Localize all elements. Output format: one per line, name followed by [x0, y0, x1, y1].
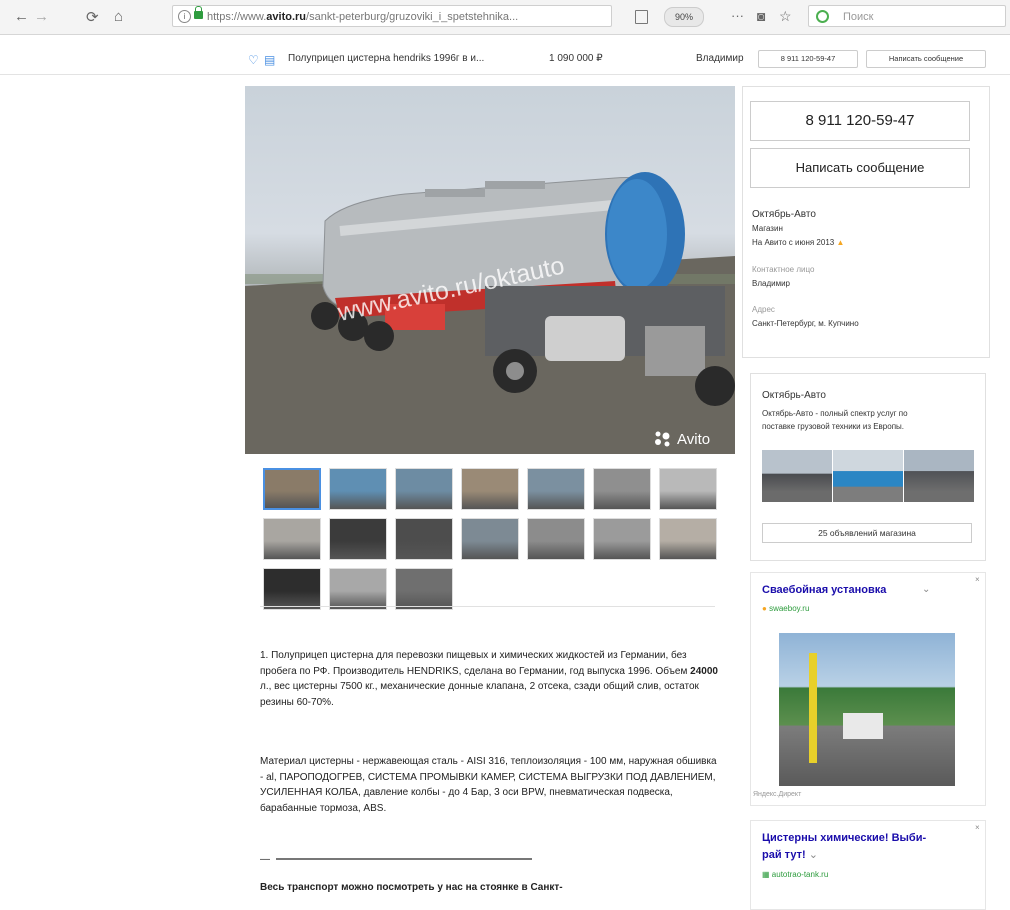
seller-since: На Авито с июня 2013 ▲: [752, 238, 844, 247]
close-icon[interactable]: ×: [975, 823, 980, 832]
description-dash: —: [260, 852, 720, 868]
zoom-level[interactable]: 90%: [664, 7, 704, 27]
shop-name-link[interactable]: Октябрь-Авто: [762, 390, 826, 401]
contact-label: Контактное лицо: [752, 265, 815, 274]
description-paragraph-3: Весь транспорт можно посмотреть у нас на…: [260, 882, 563, 893]
shop-desc-line-2: поставке грузовой техники из Европы.: [762, 422, 904, 431]
home-icon[interactable]: ⌂: [114, 8, 123, 25]
shop-photo-3[interactable]: [904, 450, 974, 502]
shop-listings-button[interactable]: 25 объявлений магазина: [762, 523, 972, 543]
ad1-image[interactable]: [779, 633, 955, 786]
reload-icon[interactable]: ⟳: [86, 8, 99, 26]
favorite-heart-icon[interactable]: ♡: [248, 53, 259, 67]
ad1-domain-text: swaeboy.ru: [769, 604, 810, 613]
sticky-header: [0, 46, 1010, 75]
url-path: /sankt-peterburg/gruzoviki_i_spetstehnik…: [306, 11, 519, 23]
address-value: Санкт-Петербург, м. Купчино: [752, 319, 859, 328]
volume-value: 24000: [690, 665, 718, 677]
url-bar[interactable]: https://www.avito.ru/sankt-peterburg/gru…: [172, 5, 612, 27]
ad1-vehicle: [843, 713, 883, 739]
url-prefix: https://www.: [207, 11, 267, 23]
forward-icon[interactable]: →: [34, 8, 49, 25]
chevron-down-icon: ⌄: [808, 849, 818, 861]
thumbnail-1[interactable]: [263, 468, 321, 510]
thumbnail-14[interactable]: [659, 518, 717, 560]
address-label: Адрес: [752, 305, 775, 314]
thumbnail-17[interactable]: [395, 568, 453, 610]
sticky-seller-name[interactable]: Владимир: [696, 53, 744, 64]
thumbnail-12[interactable]: [527, 518, 585, 560]
seller-type: Магазин: [752, 224, 783, 233]
bookmark-star-icon[interactable]: ☆: [779, 8, 792, 25]
ad2-title-line-1[interactable]: Цистерны химические! Выби-: [762, 832, 926, 844]
compare-icon[interactable]: ▤: [264, 53, 275, 67]
ad1-title[interactable]: Сваебойная установка: [762, 584, 886, 596]
url-domain: avito.ru: [266, 11, 307, 23]
search-placeholder: Поиск: [843, 11, 874, 23]
thumbnail-4[interactable]: [461, 468, 519, 510]
tanker-truck-photo: www.avito.ru/oktauto Avito: [245, 172, 735, 454]
favicon-icon: ▦: [762, 870, 770, 879]
shop-photo-2[interactable]: [833, 450, 903, 502]
thumbnail-5[interactable]: [527, 468, 585, 510]
ad-label: Яндекс.Директ: [753, 791, 802, 798]
ad2-domain-text: autotrao-tank.ru: [771, 870, 829, 879]
thumbnail-7[interactable]: [659, 468, 717, 510]
thumbnail-16[interactable]: [329, 568, 387, 610]
info-icon[interactable]: i: [178, 10, 191, 23]
sticky-phone-button[interactable]: 8 911 120-59-47: [758, 50, 858, 68]
write-message-button[interactable]: Написать сообщение: [750, 148, 970, 188]
ad2-title-text: рай тут!: [762, 849, 806, 861]
show-phone-button[interactable]: 8 911 120-59-47: [750, 101, 970, 141]
pocket-icon[interactable]: ◙: [757, 8, 765, 24]
description-paragraph-1: 1. Полуприцеп цистерна для перевозки пищ…: [260, 648, 720, 710]
sticky-ad-title: Полуприцеп цистерна hendriks 1996г в и..…: [288, 53, 485, 64]
warning-icon: ▲: [836, 238, 845, 247]
ad2-domain[interactable]: ▦ autotrao-tank.ru: [762, 870, 828, 879]
thumbnail-13[interactable]: [593, 518, 651, 560]
ad2-title-line-2[interactable]: рай тут! ⌄: [762, 848, 818, 861]
lock-icon: [194, 6, 203, 19]
shop-desc-line-1: Октябрь-Авто - полный спектр услуг по: [762, 409, 908, 418]
chevron-down-icon[interactable]: ⌄: [922, 584, 930, 595]
description-text: 1. Полуприцеп цистерна для перевозки пищ…: [260, 650, 691, 677]
avito-watermark: Avito: [677, 431, 710, 448]
thumbnail-2[interactable]: [329, 468, 387, 510]
thumbnail-3[interactable]: [395, 468, 453, 510]
shop-photo-1[interactable]: [762, 450, 832, 502]
ad1-domain[interactable]: ● swaeboy.ru: [762, 604, 809, 613]
sticky-price: 1 090 000 ₽: [549, 53, 603, 64]
search-input[interactable]: Поиск: [808, 5, 1006, 27]
separator-line: [276, 858, 532, 861]
divider: [260, 606, 715, 607]
description-paragraph-2: Материал цистерны - нержавеющая сталь - …: [260, 756, 717, 814]
seller-company-link[interactable]: Октябрь-Авто: [752, 209, 816, 220]
thumbnail-6[interactable]: [593, 468, 651, 510]
dash-text: —: [260, 854, 270, 865]
favicon-icon: ●: [762, 604, 767, 613]
thumbnail-11[interactable]: [461, 518, 519, 560]
search-icon: [816, 10, 829, 23]
reader-icon[interactable]: [635, 10, 648, 24]
back-icon[interactable]: ←: [14, 8, 29, 25]
close-icon[interactable]: ×: [975, 575, 980, 584]
more-icon[interactable]: ···: [731, 8, 744, 23]
sticky-message-button[interactable]: Написать сообщение: [866, 50, 986, 68]
thumbnail-8[interactable]: [263, 518, 321, 560]
main-photo[interactable]: www.avito.ru/oktauto Avito: [245, 86, 735, 454]
pile-driver-mast: [809, 653, 817, 763]
seller-since-text: На Авито с июня 2013: [752, 238, 835, 247]
description-text: л., вес цистерны 7500 кг., механические …: [260, 681, 699, 708]
thumbnail-9[interactable]: [329, 518, 387, 560]
thumbnail-10[interactable]: [395, 518, 453, 560]
contact-name: Владимир: [752, 279, 791, 288]
thumbnail-15[interactable]: [263, 568, 321, 610]
